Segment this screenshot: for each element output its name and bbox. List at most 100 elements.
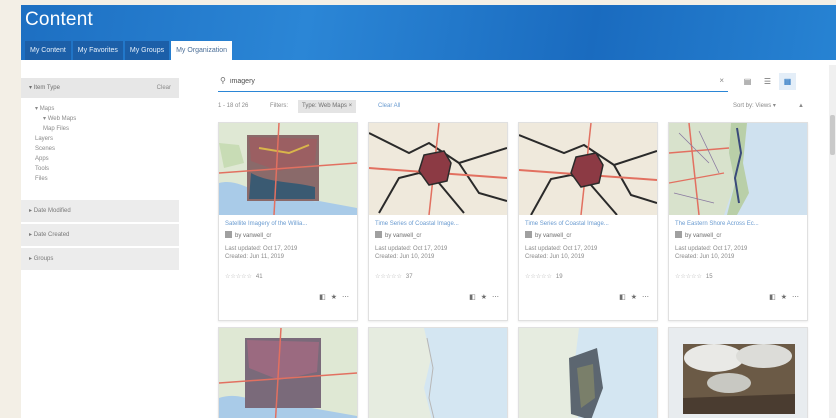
item-stats: ☆☆☆☆☆ 19 bbox=[525, 273, 563, 280]
filters-label: Filters: bbox=[270, 103, 288, 109]
item-actions: ◧ ★ ⋯ bbox=[764, 293, 799, 301]
item-updated: Last updated: Oct 17, 2019 bbox=[375, 246, 448, 252]
page-title: Content bbox=[25, 9, 93, 30]
item-card[interactable] bbox=[218, 327, 358, 418]
item-stats: ☆☆☆☆☆ 41 bbox=[225, 273, 263, 280]
tab-my-favorites[interactable]: My Favorites bbox=[72, 41, 123, 60]
open-icon[interactable]: ◧ bbox=[619, 294, 626, 301]
more-options-icon[interactable]: ⋯ bbox=[492, 294, 499, 301]
item-owner: by vanwell_cr bbox=[525, 231, 571, 241]
item-type-list: ▾ Maps ▾ Web Maps Map Files Layers Scene… bbox=[21, 98, 179, 188]
item-thumbnail[interactable] bbox=[519, 123, 657, 215]
item-title-link[interactable]: The Eastern Shore Across Ec... bbox=[675, 220, 801, 228]
rating-stars[interactable]: ☆☆☆☆☆ bbox=[375, 274, 402, 280]
item-thumbnail[interactable] bbox=[669, 123, 807, 215]
view-count: 19 bbox=[555, 274, 563, 280]
view-toggle: ▤ ☰ ▦ bbox=[736, 73, 796, 90]
item-updated: Last updated: Oct 17, 2019 bbox=[525, 246, 598, 252]
item-card[interactable]: Time Series of Coastal Image... by vanwe… bbox=[518, 122, 658, 321]
more-options-icon[interactable]: ⋯ bbox=[342, 294, 349, 301]
web-map-icon bbox=[225, 231, 232, 238]
scrollbar-thumb[interactable] bbox=[830, 115, 835, 155]
item-created: Created: Jun 10, 2019 bbox=[675, 254, 735, 260]
groups-facet[interactable]: ▸ Groups bbox=[21, 246, 179, 270]
more-options-icon[interactable]: ⋯ bbox=[792, 294, 799, 301]
view-count: 15 bbox=[705, 274, 713, 280]
item-stats: ☆☆☆☆☆ 15 bbox=[675, 273, 713, 280]
item-created: Created: Jun 10, 2019 bbox=[525, 254, 585, 260]
date-modified-facet[interactable]: ▸ Date Modified bbox=[21, 198, 179, 222]
item-card[interactable] bbox=[668, 327, 808, 418]
content-banner: Content My Content My Favorites My Group… bbox=[21, 5, 836, 60]
filter-chip-web-maps[interactable]: Type: Web Maps × bbox=[298, 100, 357, 113]
filter-sidebar: ▾ Item Type Clear ▾ Maps ▾ Web Maps Map … bbox=[21, 78, 179, 270]
favorite-icon[interactable]: ★ bbox=[781, 294, 787, 301]
item-card[interactable]: Time Series of Coastal Image... by vanwe… bbox=[368, 122, 508, 321]
item-thumbnail[interactable] bbox=[369, 123, 507, 215]
tab-my-content[interactable]: My Content bbox=[25, 41, 71, 60]
item-thumbnail[interactable] bbox=[219, 328, 357, 418]
web-map-icon bbox=[675, 231, 682, 238]
table-view-icon[interactable]: ▤ bbox=[739, 73, 756, 90]
facet-item-map-files[interactable]: Map Files bbox=[31, 124, 179, 134]
item-card[interactable] bbox=[518, 327, 658, 418]
filter-row: 1 - 18 of 26 Filters: Type: Web Maps × C… bbox=[218, 100, 818, 113]
favorite-icon[interactable]: ★ bbox=[631, 294, 637, 301]
more-options-icon[interactable]: ⋯ bbox=[642, 294, 649, 301]
item-card[interactable]: The Eastern Shore Across Ec... by vanwel… bbox=[668, 122, 808, 321]
rating-stars[interactable]: ☆☆☆☆☆ bbox=[525, 274, 552, 280]
item-type-label: Item Type bbox=[33, 85, 60, 91]
item-card[interactable]: Satellite Imagery of the Willia... by va… bbox=[218, 122, 358, 321]
item-thumbnail[interactable] bbox=[669, 328, 807, 418]
item-title-link[interactable]: Time Series of Coastal Image... bbox=[525, 220, 651, 228]
list-view-icon[interactable]: ☰ bbox=[759, 73, 776, 90]
tab-my-groups[interactable]: My Groups bbox=[124, 41, 170, 60]
view-count: 41 bbox=[255, 274, 263, 280]
item-owner: by vanwell_cr bbox=[225, 231, 271, 241]
item-type-facet-header[interactable]: ▾ Item Type Clear bbox=[21, 78, 179, 98]
content-page: Content My Content My Favorites My Group… bbox=[21, 5, 836, 418]
rating-stars[interactable]: ☆☆☆☆☆ bbox=[675, 274, 702, 280]
clear-all-filters-link[interactable]: Clear All bbox=[378, 100, 400, 113]
content-tabs: My Content My Favorites My Groups My Org… bbox=[25, 41, 234, 60]
search-input[interactable] bbox=[230, 75, 700, 88]
open-icon[interactable]: ◧ bbox=[769, 294, 776, 301]
item-stats: ☆☆☆☆☆ 37 bbox=[375, 273, 413, 280]
page-scrollbar[interactable] bbox=[829, 65, 836, 418]
web-map-icon bbox=[525, 231, 532, 238]
facet-item-maps[interactable]: ▾ Maps bbox=[31, 104, 179, 114]
grid-view-icon[interactable]: ▦ bbox=[779, 73, 796, 90]
search-bar: ⚲ × bbox=[218, 73, 728, 92]
open-icon[interactable]: ◧ bbox=[319, 294, 326, 301]
item-thumbnail[interactable] bbox=[519, 328, 657, 418]
item-updated: Last updated: Oct 17, 2019 bbox=[225, 246, 298, 252]
favorite-icon[interactable]: ★ bbox=[331, 294, 337, 301]
item-title-link[interactable]: Time Series of Coastal Image... bbox=[375, 220, 501, 228]
sort-dropdown[interactable]: Sort by: Views ▾ bbox=[733, 100, 776, 113]
item-thumbnail[interactable] bbox=[219, 123, 357, 215]
clear-search-icon[interactable]: × bbox=[719, 76, 724, 85]
facet-item-apps[interactable]: Apps bbox=[31, 154, 179, 164]
item-title-link[interactable]: Satellite Imagery of the Willia... bbox=[225, 220, 351, 228]
facet-item-web-maps[interactable]: ▾ Web Maps bbox=[31, 114, 179, 124]
facet-item-tools[interactable]: Tools bbox=[31, 164, 179, 174]
date-created-facet[interactable]: ▸ Date Created bbox=[21, 222, 179, 246]
item-card[interactable] bbox=[368, 327, 508, 418]
sort-order-icon[interactable]: ▲ bbox=[798, 100, 804, 113]
facet-item-layers[interactable]: Layers bbox=[31, 134, 179, 144]
rating-stars[interactable]: ☆☆☆☆☆ bbox=[225, 274, 252, 280]
item-thumbnail[interactable] bbox=[369, 328, 507, 418]
item-created: Created: Jun 10, 2019 bbox=[375, 254, 435, 260]
tab-my-organization[interactable]: My Organization bbox=[171, 41, 233, 60]
clear-item-type-button[interactable]: Clear bbox=[157, 78, 171, 98]
view-count: 37 bbox=[405, 274, 413, 280]
item-actions: ◧ ★ ⋯ bbox=[314, 293, 349, 301]
web-map-icon bbox=[375, 231, 382, 238]
item-updated: Last updated: Oct 17, 2019 bbox=[675, 246, 748, 252]
favorite-icon[interactable]: ★ bbox=[481, 294, 487, 301]
open-icon[interactable]: ◧ bbox=[469, 294, 476, 301]
facet-item-scenes[interactable]: Scenes bbox=[31, 144, 179, 154]
result-count: 1 - 18 of 26 bbox=[218, 103, 249, 109]
facet-item-files[interactable]: Files bbox=[31, 174, 179, 184]
item-owner: by vanwell_cr bbox=[675, 231, 721, 241]
